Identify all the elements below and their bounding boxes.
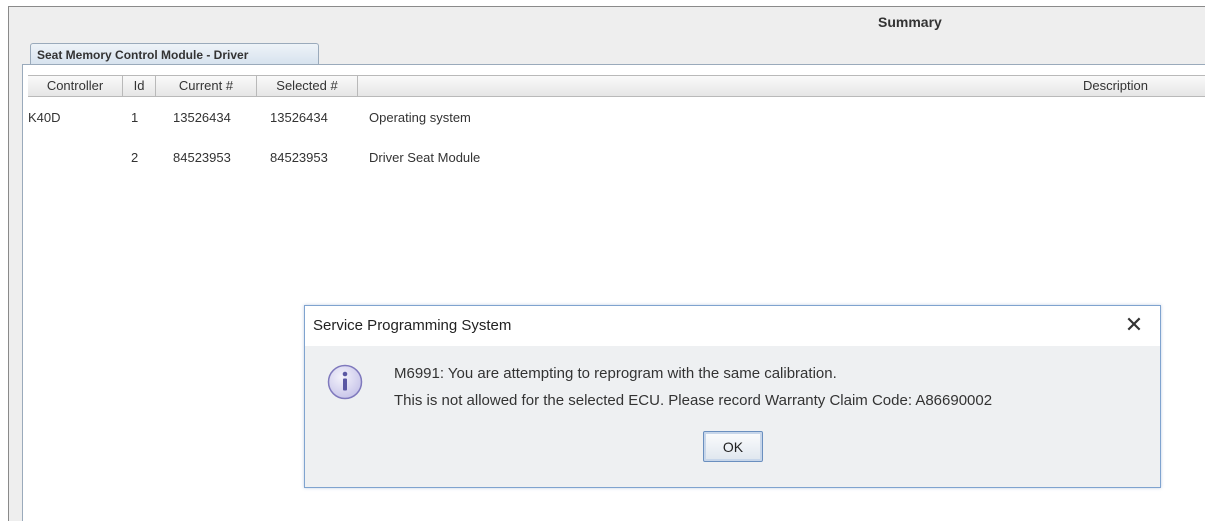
column-header-controller[interactable]: Controller: [28, 76, 123, 96]
message-dialog: Service Programming System ✕ M6991: You …: [304, 305, 1161, 488]
cell-selected: 13526434: [270, 110, 328, 125]
summary-title: Summary: [878, 14, 942, 30]
cell-description: Operating system: [369, 110, 471, 125]
table-header: Controller Id Current # Selected # Descr…: [28, 75, 1205, 97]
column-header-id[interactable]: Id: [123, 76, 156, 96]
info-icon: [327, 364, 363, 400]
cell-controller: K40D: [28, 110, 61, 125]
cell-selected: 84523953: [270, 150, 328, 165]
column-header-description[interactable]: Description: [358, 76, 1205, 96]
column-header-current[interactable]: Current #: [156, 76, 257, 96]
dialog-message-line-1: M6991: You are attempting to reprogram w…: [394, 365, 837, 382]
tab-seat-memory-control-module[interactable]: Seat Memory Control Module - Driver: [30, 43, 319, 65]
dialog-title: Service Programming System: [313, 317, 512, 334]
cell-id: 1: [131, 110, 139, 125]
cell-current: 13526434: [173, 110, 231, 125]
ok-button[interactable]: OK: [703, 431, 763, 462]
close-icon[interactable]: ✕: [1122, 312, 1146, 338]
cell-current: 84523953: [173, 150, 231, 165]
dialog-titlebar[interactable]: Service Programming System ✕: [305, 306, 1160, 346]
dialog-message-line-2: This is not allowed for the selected ECU…: [394, 392, 993, 409]
column-header-selected[interactable]: Selected #: [257, 76, 358, 96]
cell-id: 2: [131, 150, 139, 165]
cell-description: Driver Seat Module: [369, 150, 481, 165]
